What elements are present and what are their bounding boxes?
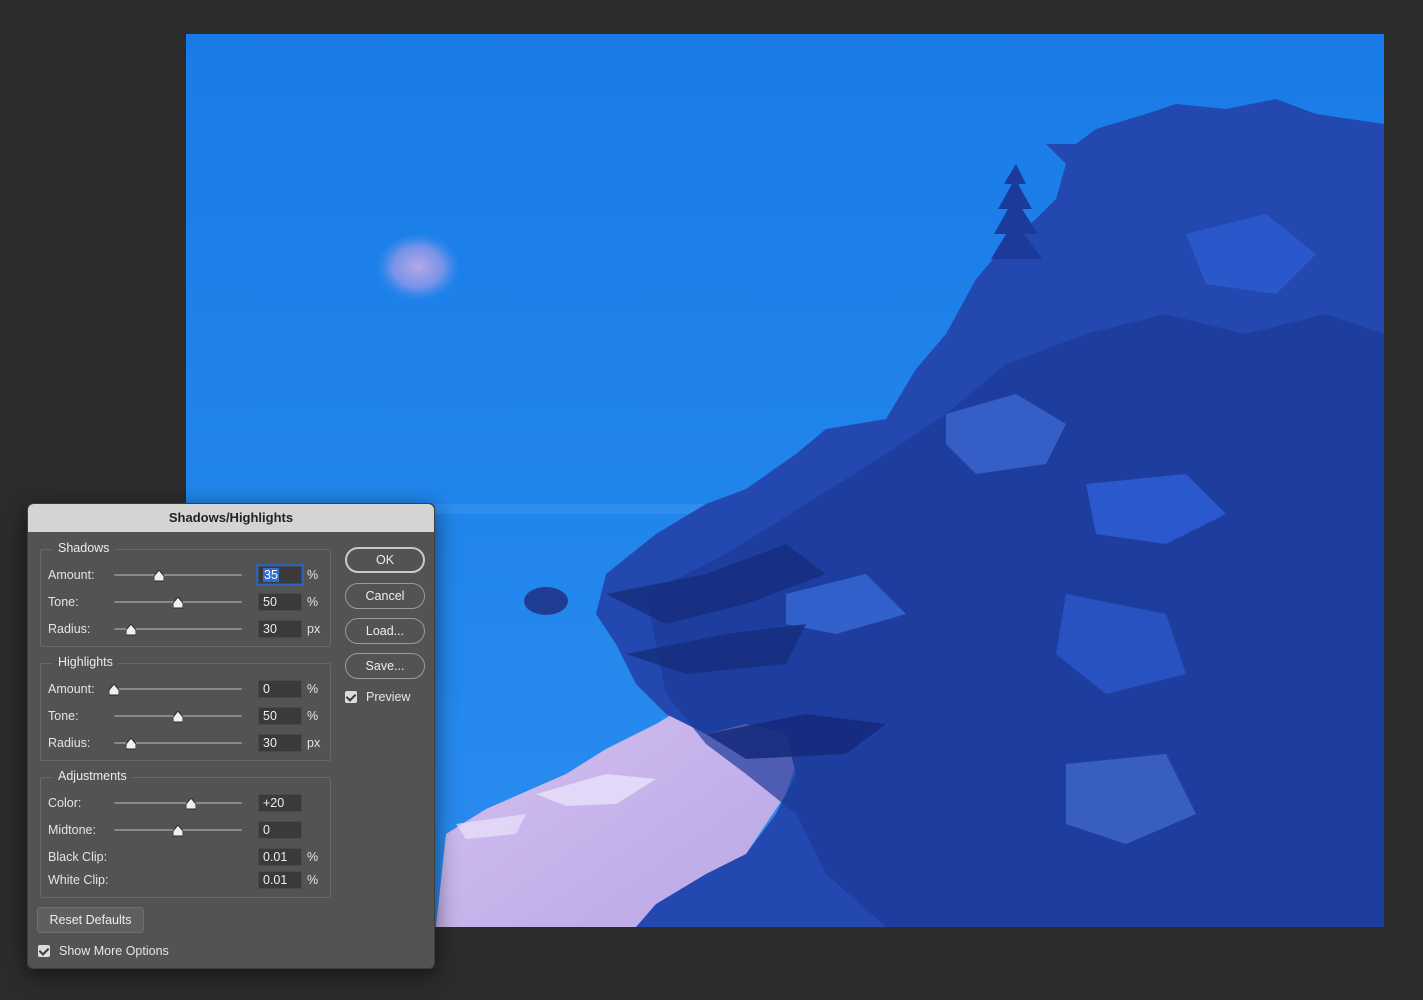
reset-defaults-button[interactable]: Reset Defaults [37,907,144,933]
shadows-radius-input[interactable]: 30 [258,620,302,638]
show-more-options-checkbox[interactable] [38,945,50,957]
highlights-amount-input[interactable]: 0 [258,680,302,698]
adjustments-color-row: Color: +20 [41,794,330,814]
highlights-amount-slider-thumb[interactable] [109,684,119,696]
white-clip-label: White Clip: [48,873,109,887]
highlights-radius-input[interactable]: 30 [258,734,302,752]
shadows-amount-slider-thumb[interactable] [153,570,164,582]
save-button[interactable]: Save... [345,653,425,679]
shadows-amount-slider-track[interactable] [114,574,242,576]
adjustments-white-clip-row: White Clip: 0.01 % [41,871,330,891]
color-slider-track[interactable] [114,802,242,804]
preview-checkbox[interactable] [345,691,357,703]
highlights-tone-unit: % [307,709,319,723]
shadows-amount-label: Amount: [48,568,95,582]
highlights-radius-label: Radius: [48,736,91,750]
color-slider-thumb[interactable] [185,798,196,810]
highlights-radius-unit: px [307,736,321,750]
shadows-tone-row: Tone: 50 % [41,593,330,613]
black-clip-label: Black Clip: [48,850,108,864]
highlights-amount-unit: % [307,682,319,696]
white-clip-input[interactable]: 0.01 [258,871,302,889]
highlights-group-label: Highlights [53,655,118,669]
adjustments-midtone-row: Midtone: 0 [41,821,330,841]
highlights-radius-row: Radius: 30 px [41,734,330,754]
load-button[interactable]: Load... [345,618,425,644]
shadows-highlights-dialog: Shadows/Highlights Shadows Amount: 35 % … [27,503,435,969]
ok-button[interactable]: OK [345,547,425,573]
black-clip-unit: % [307,850,319,864]
show-more-options-label: Show More Options [59,944,169,958]
preview-label: Preview [366,690,411,704]
shadows-amount-unit: % [307,568,319,582]
midtone-input[interactable]: 0 [258,821,302,839]
highlights-tone-input[interactable]: 50 [258,707,302,725]
highlights-amount-row: Amount: 0 % [41,680,330,700]
shadows-tone-input[interactable]: 50 [258,593,302,611]
color-input[interactable]: +20 [258,794,302,812]
shadows-amount-row: Amount: 35 % [41,566,330,586]
adjustments-black-clip-row: Black Clip: 0.01 % [41,848,330,868]
white-clip-unit: % [307,873,319,887]
cancel-button[interactable]: Cancel [345,583,425,609]
midtone-slider-thumb[interactable] [173,825,183,837]
highlights-tone-label: Tone: [48,709,79,723]
highlights-group: Highlights Amount: 0 % Tone: 50 % Radius… [40,655,331,761]
shadows-group: Shadows Amount: 35 % Tone: 50 % Radius: … [40,541,331,647]
shadows-radius-label: Radius: [48,622,91,636]
shadows-radius-unit: px [307,622,321,636]
shadows-amount-input[interactable]: 35 [258,566,302,584]
highlights-tone-slider-thumb[interactable] [173,711,183,723]
color-label: Color: [48,796,82,810]
shadows-radius-slider-thumb[interactable] [125,624,136,636]
highlights-amount-slider-track[interactable] [114,688,242,690]
adjustments-group: Adjustments Color: +20 Midtone: 0 Black … [40,769,331,898]
highlights-radius-slider-thumb[interactable] [125,738,136,750]
shadows-group-label: Shadows [53,541,115,555]
shadows-tone-unit: % [307,595,319,609]
midtone-label: Midtone: [48,823,96,837]
highlights-amount-label: Amount: [48,682,95,696]
shadows-radius-row: Radius: 30 px [41,620,330,640]
shadows-tone-slider-thumb[interactable] [173,597,183,609]
black-clip-input[interactable]: 0.01 [258,848,302,866]
adjustments-group-label: Adjustments [53,769,132,783]
dialog-title[interactable]: Shadows/Highlights [28,504,434,532]
highlights-tone-row: Tone: 50 % [41,707,330,727]
shadows-tone-label: Tone: [48,595,79,609]
